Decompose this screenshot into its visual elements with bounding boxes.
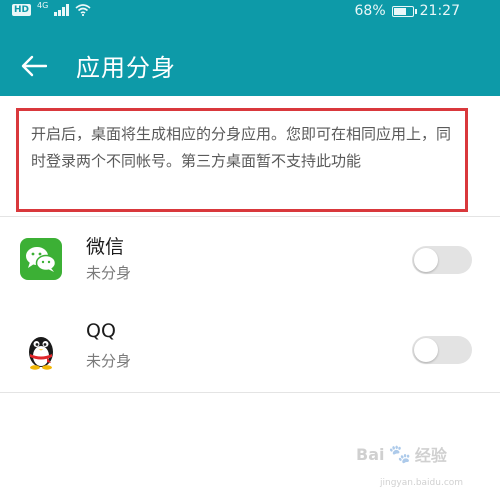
divider	[0, 216, 500, 217]
clone-notice: 开启后，桌面将生成相应的分身应用。您即可在相同应用上，同时登录两个不同帐号。第三…	[16, 108, 468, 212]
toggle-knob	[414, 248, 438, 272]
divider	[0, 392, 500, 393]
hd-badge: HD	[12, 4, 32, 16]
status-bar: HD 4G 68% 21:27	[0, 0, 500, 26]
app-clone-status: 未分身	[86, 352, 132, 370]
baidu-watermark: Bai 🐾 经验	[356, 442, 447, 466]
clone-toggle-qq[interactable]	[412, 336, 472, 364]
watermark-url: jingyan.baidu.com	[380, 478, 464, 488]
wechat-icon	[20, 238, 62, 280]
battery-fill	[393, 7, 406, 15]
app-name: 微信	[86, 236, 125, 258]
watermark-text-2: 经验	[414, 446, 447, 465]
back-arrow-icon[interactable]	[18, 50, 50, 82]
wifi-icon	[75, 4, 91, 16]
app-name: QQ	[86, 320, 116, 342]
clone-toggle-wechat[interactable]	[412, 246, 472, 274]
battery-percent: 68%	[354, 3, 386, 19]
watermark-text: Bai	[356, 444, 385, 464]
app-row-qq[interactable]: QQ 未分身	[0, 306, 500, 390]
paw-icon: 🐾	[388, 443, 411, 465]
app-row-wechat[interactable]: 微信 未分身	[0, 218, 500, 302]
qq-penguin-icon	[20, 330, 62, 372]
battery-icon	[391, 5, 417, 17]
signal-icon	[54, 4, 70, 16]
network-type: 4G	[37, 0, 49, 10]
app-header: HD 4G 68% 21:27 应用分身	[0, 0, 500, 96]
clock: 21:27	[419, 3, 460, 19]
toggle-knob	[414, 338, 438, 362]
app-clone-status: 未分身	[86, 264, 132, 282]
page-title: 应用分身	[76, 54, 176, 82]
